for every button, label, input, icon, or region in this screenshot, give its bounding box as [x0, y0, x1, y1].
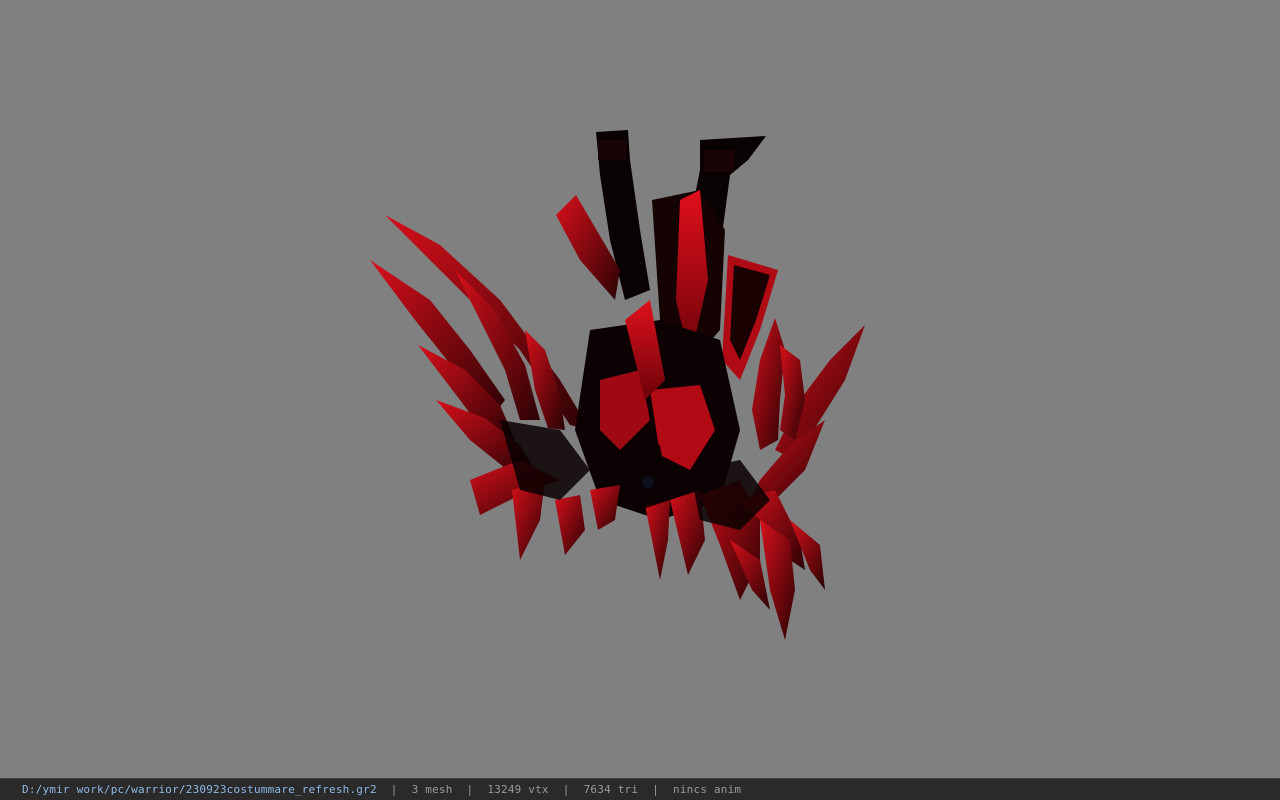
triangle-count: 7634 tri: [583, 783, 639, 796]
3d-viewport[interactable]: [0, 0, 1280, 778]
separator: |: [466, 783, 474, 796]
mesh-count: 3 mesh: [411, 783, 453, 796]
separator: |: [652, 783, 660, 796]
animation-status: nincs anim: [673, 783, 742, 796]
vertex-count: 13249 vtx: [487, 783, 549, 796]
file-path: D:/ymir work/pc/warrior/230923costummare…: [22, 783, 377, 796]
separator: |: [390, 783, 398, 796]
model-render: [370, 130, 865, 640]
model-right-blades: [750, 318, 865, 500]
separator: |: [562, 783, 570, 796]
status-bar: D:/ymir work/pc/warrior/230923costummare…: [0, 778, 1280, 800]
